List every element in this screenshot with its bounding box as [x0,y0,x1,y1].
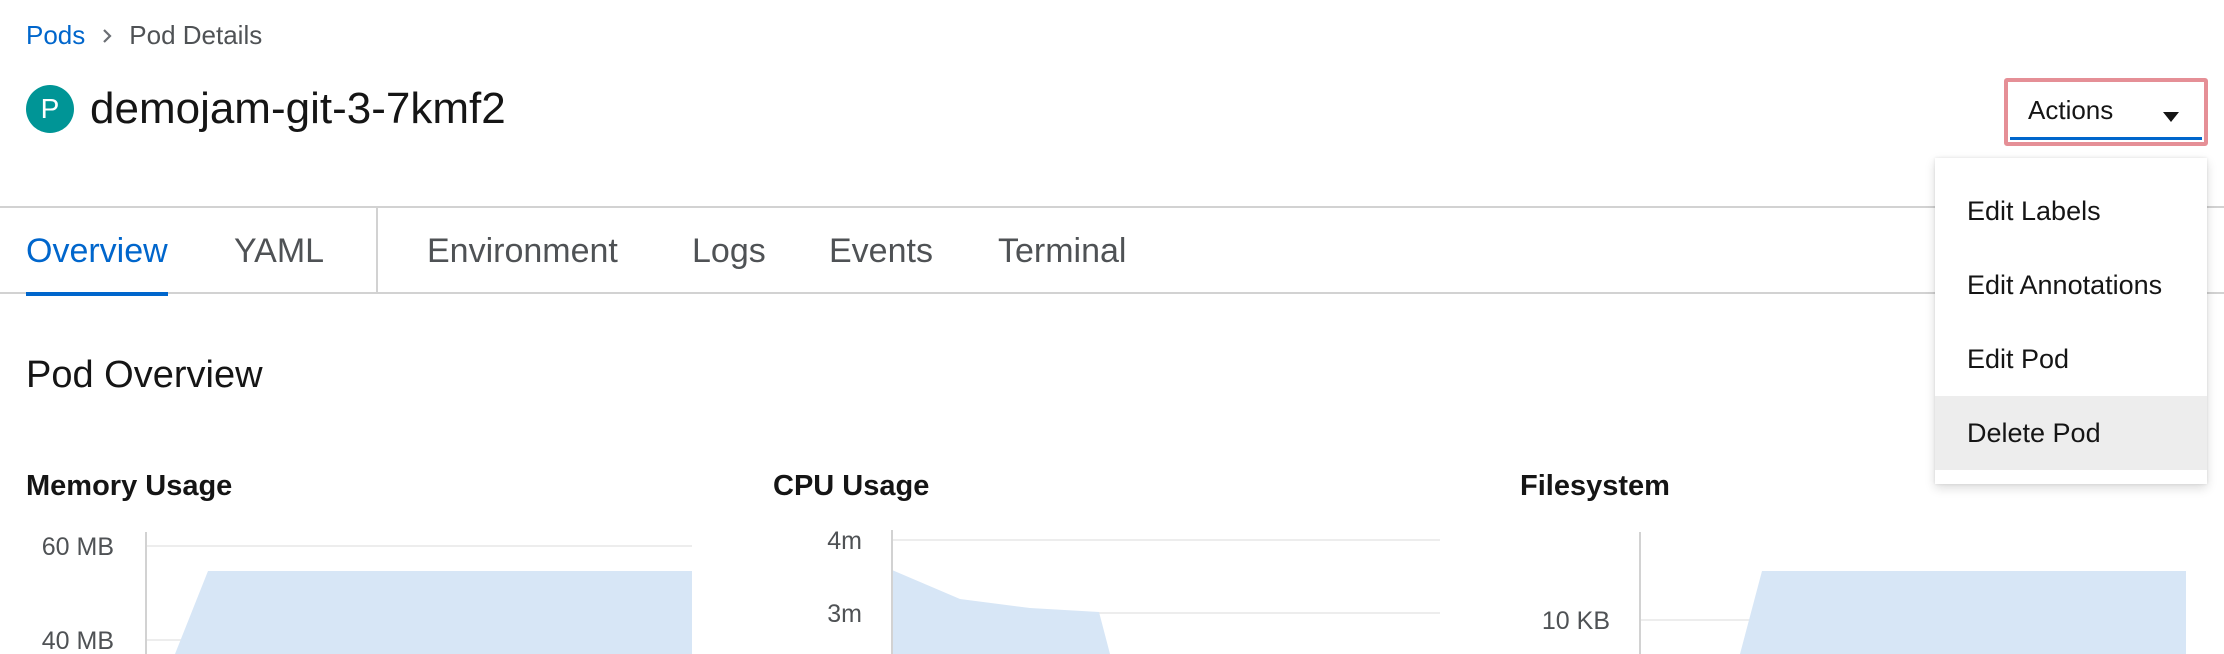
tab-terminal[interactable]: Terminal [998,208,1126,294]
breadcrumb: Pods Pod Details [26,20,262,51]
y-tick-label: 10 KB [1542,607,1610,635]
actions-dropdown-button[interactable]: Actions [2004,78,2208,146]
y-tick-label: 40 MB [42,627,114,654]
tab-bar: Overview YAML Environment Logs Events Te… [0,206,2224,296]
section-title: Pod Overview [26,354,263,396]
tab-logs[interactable]: Logs [692,208,766,294]
tab-events[interactable]: Events [829,208,933,294]
menu-item-delete-pod[interactable]: Delete Pod [1935,396,2207,470]
pod-name-heading: demojam-git-3-7kmf2 [90,84,506,133]
filesystem-chart: 10 KB [1542,532,2186,654]
page-title: P demojam-git-3-7kmf2 [26,84,506,134]
filesystem-title: Filesystem [1520,470,1670,502]
cpu-usage-title: CPU Usage [773,470,930,502]
breadcrumb-current: Pod Details [129,20,263,50]
memory-usage-chart: 60 MB 40 MB [42,532,692,654]
tab-overview[interactable]: Overview [26,208,168,296]
tab-divider [376,208,378,294]
actions-toggle[interactable]: Actions [2010,84,2202,140]
cpu-usage-chart: 4m 3m [827,527,1440,654]
tab-environment[interactable]: Environment [427,208,618,294]
tab-yaml[interactable]: YAML [234,208,324,294]
cpu-area [892,570,1110,654]
menu-item-edit-annotations[interactable]: Edit Annotations [1935,248,2207,322]
breadcrumb-pods-link[interactable]: Pods [26,20,85,51]
actions-dropdown-menu: Edit Labels Edit Annotations Edit Pod De… [1935,158,2207,484]
filesystem-area [1740,571,2186,654]
menu-item-edit-labels[interactable]: Edit Labels [1935,174,2207,248]
actions-label: Actions [2028,95,2114,125]
memory-area [175,571,692,654]
memory-usage-title: Memory Usage [26,470,233,502]
pod-resource-badge: P [26,85,74,133]
menu-item-edit-pod[interactable]: Edit Pod [1935,322,2207,396]
y-tick-label: 60 MB [42,533,114,561]
chevron-right-icon [101,28,113,44]
y-tick-label: 3m [827,600,862,628]
caret-down-icon [2162,110,2180,128]
y-tick-label: 4m [827,527,862,555]
